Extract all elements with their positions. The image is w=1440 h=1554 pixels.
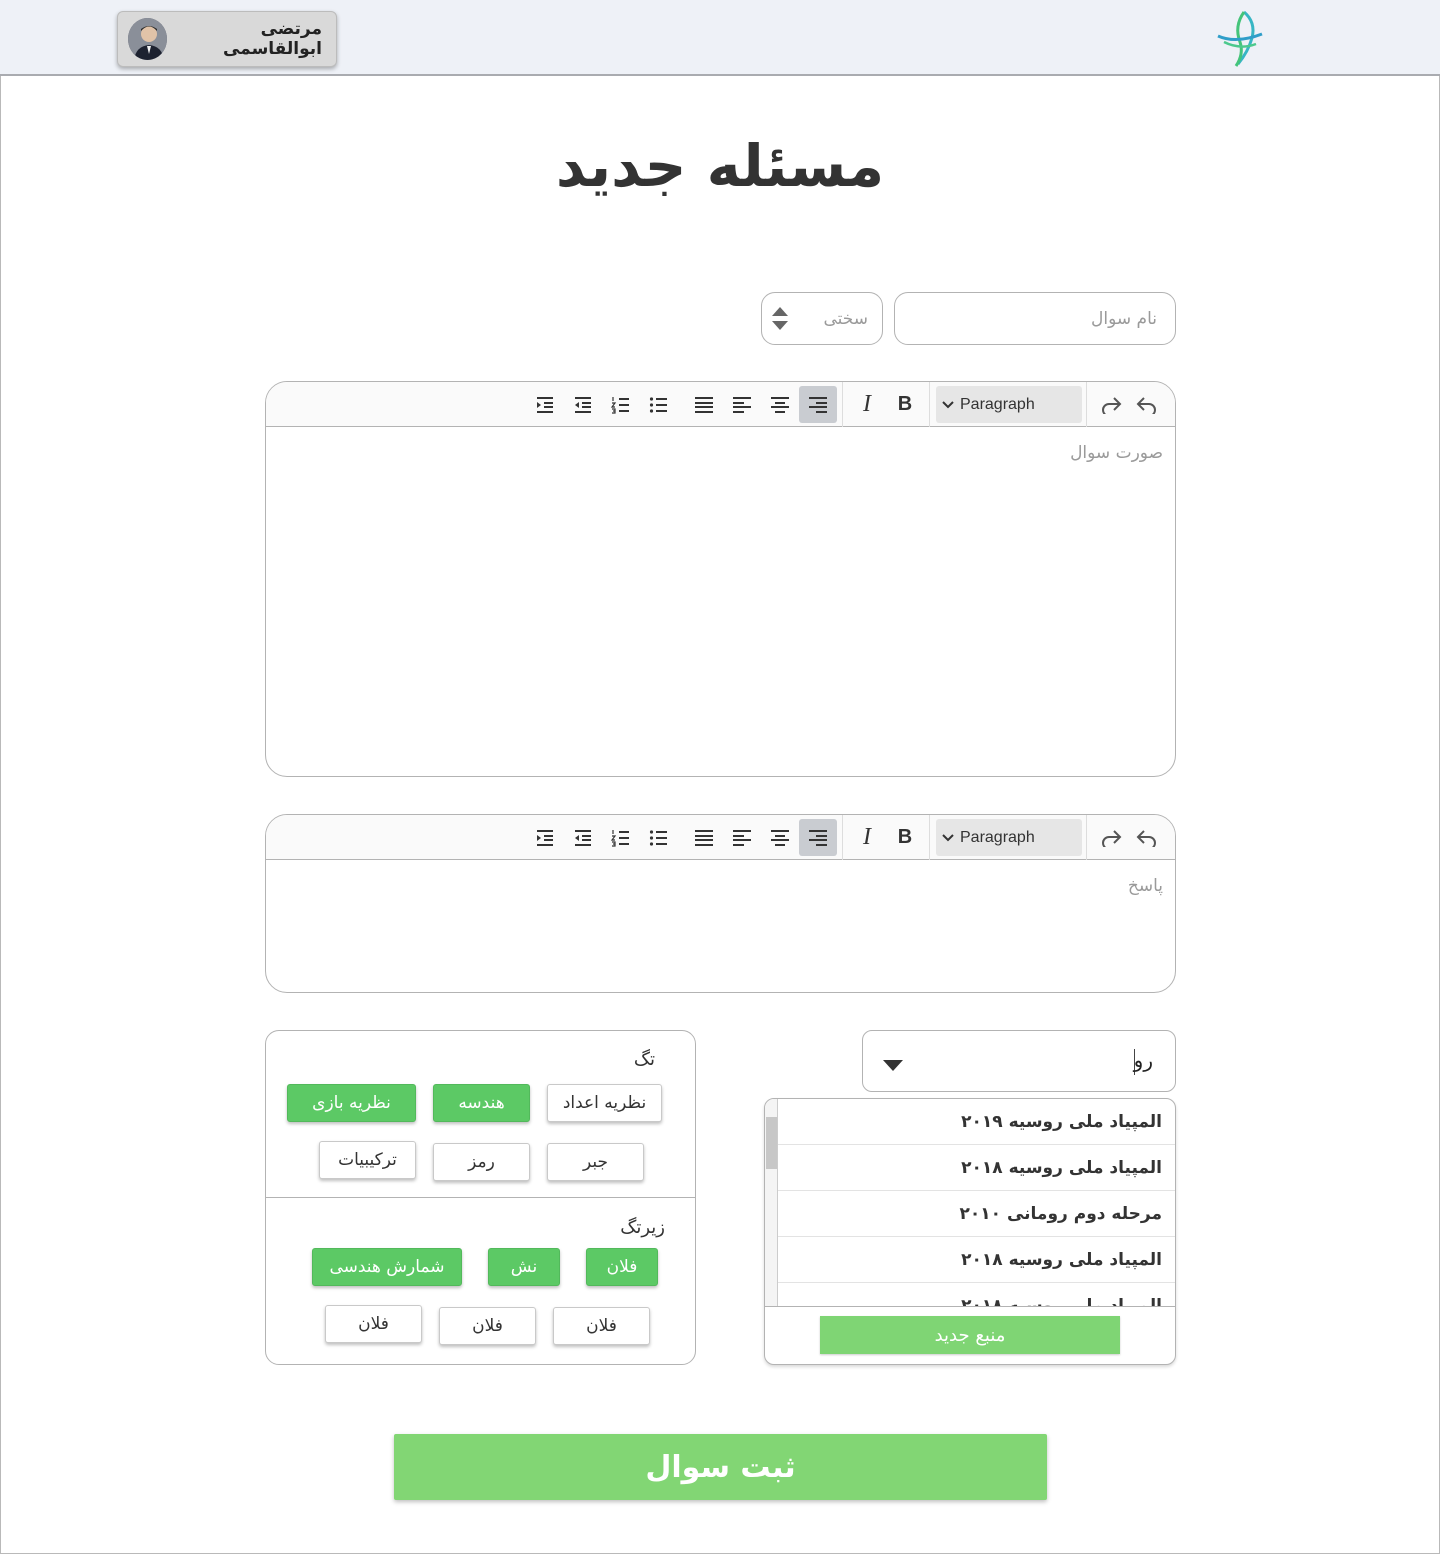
submit-question-button[interactable]: ثبت سوال	[394, 1434, 1047, 1500]
align-center-icon[interactable]	[761, 386, 799, 423]
undo-icon[interactable]	[1128, 819, 1166, 856]
tag-chip[interactable]: جبر	[547, 1143, 644, 1181]
paragraph-format-select[interactable]: Paragraph	[936, 819, 1082, 856]
decrement-icon[interactable]	[772, 321, 788, 330]
editor-toolbar: I B Paragraph	[266, 815, 1175, 860]
redo-icon[interactable]	[1092, 819, 1130, 856]
source-select[interactable]: رو	[862, 1030, 1176, 1092]
toolbar-divider	[929, 815, 930, 860]
question-body-editable[interactable]: صورت سوال	[266, 427, 1175, 479]
source-option[interactable]: المپیاد ملی روسیه ۲۰۱۸	[778, 1283, 1175, 1307]
question-name-placeholder: نام سوال	[1091, 308, 1157, 329]
subtag-chip[interactable]: فلان	[325, 1305, 422, 1343]
new-source-button[interactable]: منبع جدید	[820, 1316, 1120, 1354]
toolbar-divider	[842, 382, 843, 427]
align-left-icon[interactable]	[723, 386, 761, 423]
tag-section-label: تگ	[633, 1049, 655, 1070]
toolbar-divider	[929, 382, 930, 427]
italic-button[interactable]: I	[848, 819, 886, 856]
bulleted-list-icon[interactable]	[640, 819, 678, 856]
answer-editor: I B Paragraph پاسخ	[265, 814, 1176, 993]
align-right-icon[interactable]	[799, 819, 837, 856]
align-right-icon[interactable]	[799, 386, 837, 423]
paragraph-format-label: Paragraph	[960, 395, 1035, 413]
paragraph-format-label: Paragraph	[960, 828, 1035, 846]
align-justify-icon[interactable]	[685, 819, 723, 856]
toolbar-divider	[842, 815, 843, 860]
bold-button[interactable]: B	[886, 819, 924, 856]
tags-divider	[266, 1197, 695, 1198]
tag-chip[interactable]: هندسه	[433, 1084, 530, 1122]
chevron-down-icon	[942, 400, 954, 408]
toolbar-divider	[1086, 382, 1087, 427]
dropdown-caret-icon[interactable]	[883, 1060, 903, 1071]
numbered-list-icon[interactable]	[602, 386, 640, 423]
align-center-icon[interactable]	[761, 819, 799, 856]
difficulty-input[interactable]: سختی	[761, 292, 883, 345]
subtag-chip[interactable]: نش	[488, 1248, 560, 1286]
subtag-chip[interactable]: فلان	[586, 1248, 658, 1286]
scrollbar[interactable]	[765, 1099, 778, 1306]
tag-chip[interactable]: رمز	[433, 1143, 530, 1181]
tag-chip[interactable]: نظریه اعداد	[547, 1084, 662, 1122]
redo-icon[interactable]	[1092, 386, 1130, 423]
indent-icon[interactable]	[526, 386, 564, 423]
app-logo[interactable]	[1214, 8, 1268, 68]
paragraph-format-select[interactable]: Paragraph	[936, 386, 1082, 423]
difficulty-placeholder: سختی	[823, 308, 868, 329]
outdent-icon[interactable]	[564, 819, 602, 856]
avatar	[128, 18, 168, 60]
chevron-down-icon	[942, 833, 954, 841]
source-dropdown-list: المپیاد ملی روسیه ۲۰۱۹ المپیاد ملی روسیه…	[764, 1098, 1176, 1365]
bold-button[interactable]: B	[886, 386, 924, 423]
subtag-section-label: زیرتگ	[620, 1217, 665, 1238]
top-bar: مرتضی ابوالقاسمی	[0, 0, 1440, 76]
user-menu-button[interactable]: مرتضی ابوالقاسمی	[117, 11, 337, 67]
tags-panel: تگ نظریه اعداد هندسه نظریه بازی جبر رمز …	[265, 1030, 696, 1365]
subtag-chip[interactable]: فلان	[553, 1307, 650, 1345]
italic-button[interactable]: I	[848, 386, 886, 423]
source-search-input[interactable]: رو	[1134, 1048, 1153, 1072]
question-editor: I B Paragraph صورت سوال	[265, 381, 1176, 777]
outdent-icon[interactable]	[564, 386, 602, 423]
source-option[interactable]: مرحله دوم رومانی ۲۰۱۰	[778, 1191, 1175, 1237]
source-option[interactable]: المپیاد ملی روسیه ۲۰۱۸	[778, 1237, 1175, 1283]
question-name-input[interactable]: نام سوال	[894, 292, 1176, 345]
scrollbar-thumb[interactable]	[766, 1117, 777, 1169]
user-name: مرتضی ابوالقاسمی	[222, 19, 322, 59]
align-left-icon[interactable]	[723, 819, 761, 856]
source-option[interactable]: المپیاد ملی روسیه ۲۰۱۹	[778, 1099, 1175, 1145]
bulleted-list-icon[interactable]	[640, 386, 678, 423]
answer-body-editable[interactable]: پاسخ	[266, 860, 1175, 912]
source-list-viewport[interactable]: المپیاد ملی روسیه ۲۰۱۹ المپیاد ملی روسیه…	[765, 1099, 1175, 1307]
page-title: مسئله جدید	[555, 132, 885, 200]
undo-icon[interactable]	[1128, 386, 1166, 423]
subtag-chip[interactable]: فلان	[439, 1307, 536, 1345]
editor-toolbar: I B Paragraph	[266, 382, 1175, 427]
align-justify-icon[interactable]	[685, 386, 723, 423]
tag-chip[interactable]: ترکیبیات	[319, 1141, 416, 1179]
increment-icon[interactable]	[772, 307, 788, 316]
tag-chip[interactable]: نظریه بازی	[287, 1084, 416, 1122]
indent-icon[interactable]	[526, 819, 564, 856]
subtag-chip[interactable]: شمارش هندسی	[312, 1248, 462, 1286]
difficulty-stepper[interactable]	[772, 307, 788, 330]
numbered-list-icon[interactable]	[602, 819, 640, 856]
source-option[interactable]: المپیاد ملی روسیه ۲۰۱۸	[778, 1145, 1175, 1191]
toolbar-divider	[1086, 815, 1087, 860]
